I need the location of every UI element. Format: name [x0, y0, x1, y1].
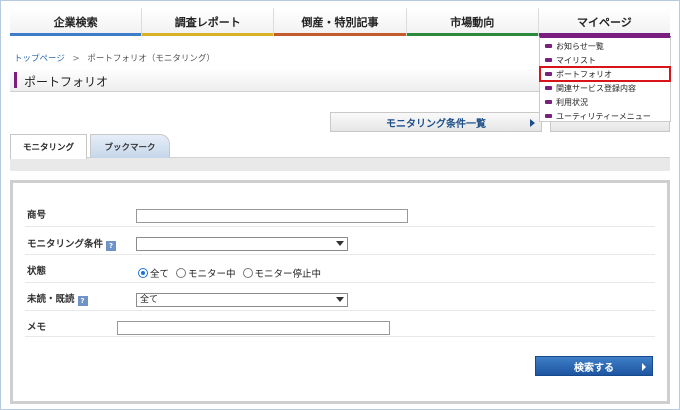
form-row-read-status: 未読・既読? 全て [25, 283, 655, 311]
nav-label: 企業検索 [53, 15, 98, 29]
breadcrumb: トップページ > ポートフォリオ（モニタリング） [14, 52, 215, 64]
menu-item-mylist[interactable]: マイリスト [540, 53, 670, 67]
menu-item-label: お知らせ一覧 [556, 41, 604, 51]
mypage-dropdown-menu: お知らせ一覧 マイリスト ポートフォリオ 関連サービス登録内容 利用状況 ユーテ… [539, 36, 671, 122]
tab-label: モニタリング [22, 143, 74, 153]
search-button-label: 検索する [574, 362, 614, 374]
breadcrumb-home-link[interactable]: トップページ [14, 54, 65, 64]
condition-label: モニタリング条件? [27, 236, 117, 251]
nav-label: 市場動向 [450, 15, 495, 29]
bullet-icon [545, 58, 552, 62]
menu-item-notices[interactable]: お知らせ一覧 [540, 39, 670, 53]
nav-mypage[interactable]: マイページ [538, 8, 671, 36]
menu-item-label: 利用状況 [556, 97, 588, 107]
nav-underline [142, 33, 274, 36]
menu-item-label: マイリスト [556, 55, 596, 65]
breadcrumb-separator: > [72, 54, 80, 64]
menu-item-label: ユーティリティーメニュー [556, 111, 651, 121]
menu-item-utility[interactable]: ユーティリティーメニュー [540, 109, 670, 123]
global-nav: 企業検索 調査レポート 倒産・特別記事 市場動向 マイページ [10, 8, 671, 36]
bullet-icon [545, 44, 552, 48]
search-button[interactable]: 検索する [535, 356, 653, 376]
search-form-panel: 商号 モニタリング条件? 状態 全て モニター中 モニター停止中 未読・既読? … [10, 180, 670, 404]
read-status-label-text: 未読・既読 [27, 294, 75, 305]
memo-input[interactable] [117, 321, 390, 335]
read-status-select-value: 全て [140, 295, 159, 305]
bullet-icon [545, 114, 552, 118]
nav-underline [274, 33, 406, 36]
bullet-icon [545, 86, 552, 90]
form-row-name: 商号 [25, 201, 655, 227]
chevron-down-icon [336, 297, 344, 302]
nav-underline [406, 33, 538, 36]
status-radio-monitoring[interactable]: モニター中 [176, 266, 236, 280]
page-title: ポートフォリオ [24, 75, 109, 89]
nav-research-report[interactable]: 調査レポート [142, 8, 275, 36]
radio-icon [176, 268, 187, 278]
status-label: 状態 [27, 266, 47, 277]
help-icon[interactable]: ? [106, 241, 117, 251]
form-row-status: 状態 全て モニター中 モニター停止中 [25, 255, 655, 283]
radio-selected-icon [138, 268, 148, 278]
arrow-right-icon [530, 119, 535, 127]
radio-icon [242, 268, 253, 278]
nav-company-search[interactable]: 企業検索 [10, 8, 143, 36]
arrow-right-icon [642, 363, 646, 371]
tab-strip [10, 157, 670, 171]
tab-label: ブックマーク [104, 142, 156, 153]
radio-label: モニター中 [188, 269, 236, 280]
form-row-condition: モニタリング条件? [25, 227, 655, 255]
menu-item-label: 関連サービス登録内容 [556, 83, 636, 93]
menu-item-related-services[interactable]: 関連サービス登録内容 [540, 81, 670, 95]
bullet-icon [545, 100, 552, 104]
nav-label: 調査レポート [174, 15, 241, 29]
read-status-select[interactable]: 全て [136, 293, 348, 307]
read-status-label: 未読・既読? [27, 291, 88, 306]
nav-label: 倒産・特別記事 [301, 15, 379, 29]
status-radio-stopped[interactable]: モニター停止中 [242, 266, 322, 280]
form-row-memo: メモ [25, 311, 655, 337]
chevron-down-icon [336, 241, 344, 246]
radio-label: 全て [150, 269, 170, 280]
monitoring-conditions-label: モニタリング条件一覧 [386, 118, 486, 130]
condition-label-text: モニタリング条件 [27, 239, 104, 250]
help-icon[interactable]: ? [77, 296, 88, 306]
monitoring-conditions-button[interactable]: モニタリング条件一覧 [330, 112, 542, 132]
nav-bankruptcy-articles[interactable]: 倒産・特別記事 [274, 8, 407, 36]
menu-item-portfolio[interactable]: ポートフォリオ [539, 66, 671, 82]
nav-market-trends[interactable]: 市場動向 [406, 8, 539, 36]
nav-label: マイページ [577, 15, 632, 29]
bullet-icon [545, 72, 552, 76]
name-label: 商号 [27, 210, 47, 221]
title-accent-bar [14, 72, 17, 88]
memo-label: メモ [27, 322, 47, 333]
nav-underline [10, 33, 142, 36]
menu-item-usage[interactable]: 利用状況 [540, 95, 670, 109]
status-radio-group: 全て モニター中 モニター停止中 [138, 266, 321, 280]
breadcrumb-current: ポートフォリオ（モニタリング） [87, 54, 215, 64]
menu-item-label: ポートフォリオ [556, 69, 612, 79]
tab-monitoring[interactable]: モニタリング [10, 134, 87, 159]
tab-bookmark[interactable]: ブックマーク [90, 134, 170, 158]
name-input[interactable] [136, 209, 408, 223]
radio-label: モニター停止中 [254, 269, 322, 280]
condition-select[interactable] [136, 237, 348, 251]
status-radio-all[interactable]: 全て [138, 266, 169, 280]
